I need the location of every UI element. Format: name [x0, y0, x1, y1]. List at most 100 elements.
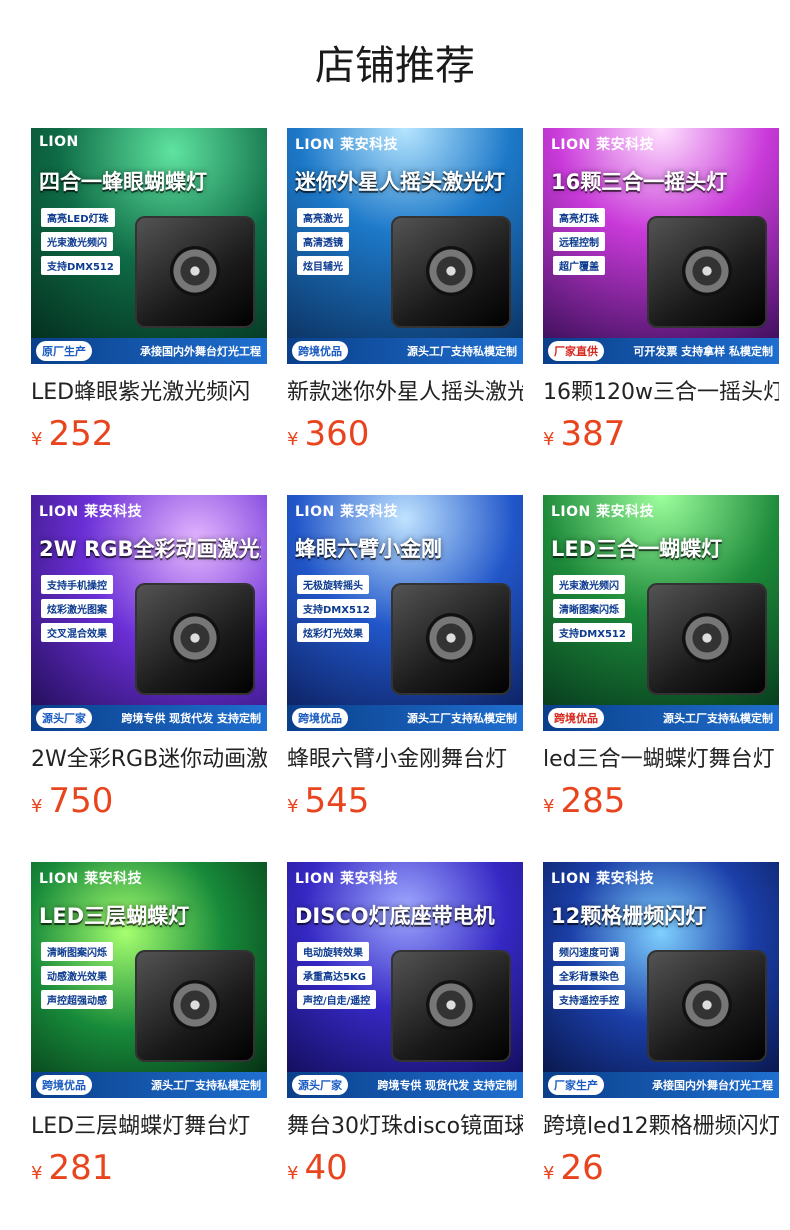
- feature-badge: 支持DMX512: [553, 623, 632, 642]
- brand-logo: LION 莱安科技: [39, 871, 143, 887]
- product-name[interactable]: LED三层蝴蝶灯舞台灯: [31, 1112, 267, 1142]
- feature-badge: 炫彩激光图案: [41, 599, 113, 618]
- product-name[interactable]: 跨境led12颗格栅频闪灯: [543, 1112, 779, 1142]
- feature-badge: 无极旋转摇头: [297, 575, 369, 594]
- currency-symbol: ¥: [543, 1163, 555, 1184]
- product-image[interactable]: LION 莱安科技 LED三层蝴蝶灯 清晰图案闪烁 动感激光效果 声控超强动感 跨境…: [31, 862, 267, 1098]
- image-slogan: 可开发票 支持拿样 私模定制: [633, 345, 773, 358]
- price-value: 26: [560, 1148, 604, 1188]
- image-headline: 2W RGB全彩动画激光灯: [39, 537, 261, 561]
- image-slogan: 跨境专供 现货代发 支持定制: [121, 712, 261, 725]
- product-name[interactable]: led三合一蝴蝶灯舞台灯: [543, 745, 779, 775]
- currency-symbol: ¥: [31, 429, 43, 450]
- product-card[interactable]: LION 莱安科技 迷你外星人摇头激光灯 高亮激光 高清透镜 炫目辅光 跨境优品 源…: [287, 128, 523, 495]
- feature-list: 高亮激光 高清透镜 炫目辅光: [297, 208, 349, 275]
- feature-badge: 支持遥控手控: [553, 990, 625, 1009]
- product-name[interactable]: 蜂眼六臂小金刚舞台灯: [287, 745, 523, 775]
- image-footer-bar: 厂家生产 承接国内外舞台灯光工程: [543, 1072, 779, 1098]
- price-value: 545: [304, 781, 370, 821]
- feature-badge: 高亮灯珠: [553, 208, 605, 227]
- price-value: 281: [48, 1148, 114, 1188]
- image-footer-bar: 源头厂家 跨境专供 现货代发 支持定制: [31, 705, 267, 731]
- feature-list: 无极旋转摇头 支持DMX512 炫彩灯光效果: [297, 575, 376, 642]
- product-name[interactable]: 16颗120w三合一摇头灯: [543, 378, 779, 408]
- brand-logo: LION 莱安科技: [295, 137, 399, 153]
- brand-logo: LION 莱安科技: [39, 504, 143, 520]
- product-card[interactable]: LION 莱安科技 2W RGB全彩动画激光灯 支持手机操控 炫彩激光图案 交叉混合…: [31, 495, 267, 862]
- feature-badge: 支持DMX512: [41, 256, 120, 275]
- origin-tag: 跨境优品: [292, 708, 348, 728]
- product-image[interactable]: LION 莱安科技 12颗格栅频闪灯 频闪速度可调 全彩背景染色 支持遥控手控 厂家…: [543, 862, 779, 1098]
- light-fixture-graphic: [391, 216, 511, 328]
- product-price: ¥26: [543, 1148, 779, 1194]
- image-slogan: 跨境专供 现货代发 支持定制: [377, 1079, 517, 1092]
- origin-tag: 源头厂家: [292, 1075, 348, 1095]
- image-headline: LED三层蝴蝶灯: [39, 904, 190, 928]
- product-card[interactable]: LION 莱安科技 LED三层蝴蝶灯 清晰图案闪烁 动感激光效果 声控超强动感 跨境…: [31, 862, 267, 1229]
- image-footer-bar: 跨境优品 源头工厂支持私模定制: [543, 705, 779, 731]
- origin-tag: 跨境优品: [548, 708, 604, 728]
- currency-symbol: ¥: [543, 429, 555, 450]
- product-image[interactable]: LION 莱安科技 LED三合一蝴蝶灯 光束激光频闪 清晰图案闪烁 支持DMX512…: [543, 495, 779, 731]
- product-image[interactable]: LION 莱安科技 蜂眼六臂小金刚 无极旋转摇头 支持DMX512 炫彩灯光效果 跨…: [287, 495, 523, 731]
- feature-badge: 承重高达5KG: [297, 966, 372, 985]
- origin-tag: 跨境优品: [292, 341, 348, 361]
- feature-badge: 光束激光频闪: [553, 575, 625, 594]
- light-fixture-graphic: [135, 216, 255, 328]
- product-image[interactable]: LION 莱安科技 迷你外星人摇头激光灯 高亮激光 高清透镜 炫目辅光 跨境优品 源…: [287, 128, 523, 364]
- feature-badge: 高亮LED灯珠: [41, 208, 115, 227]
- image-headline: 16颗三合一摇头灯: [551, 170, 728, 194]
- image-headline: DISCO灯底座带电机: [295, 904, 495, 928]
- image-slogan: 源头工厂支持私模定制: [407, 712, 517, 725]
- product-image[interactable]: LION 莱安科技 DISCO灯底座带电机 电动旋转效果 承重高达5KG 声控/自走…: [287, 862, 523, 1098]
- feature-badge: 支持手机操控: [41, 575, 113, 594]
- light-fixture-graphic: [135, 583, 255, 695]
- image-footer-bar: 原厂生产 承接国内外舞台灯光工程: [31, 338, 267, 364]
- currency-symbol: ¥: [31, 1163, 43, 1184]
- product-card[interactable]: LION 莱安科技 LED三合一蝴蝶灯 光束激光频闪 清晰图案闪烁 支持DMX512…: [543, 495, 779, 862]
- product-card[interactable]: LION 四合一蜂眼蝴蝶灯 高亮LED灯珠 光束激光频闪 支持DMX512 原厂生产…: [31, 128, 267, 495]
- light-fixture-graphic: [135, 950, 255, 1062]
- image-slogan: 源头工厂支持私模定制: [407, 345, 517, 358]
- product-card[interactable]: LION 莱安科技 DISCO灯底座带电机 电动旋转效果 承重高达5KG 声控/自走…: [287, 862, 523, 1229]
- origin-tag: 厂家直供: [548, 341, 604, 361]
- currency-symbol: ¥: [287, 796, 299, 817]
- product-grid: LION 四合一蜂眼蝴蝶灯 高亮LED灯珠 光束激光频闪 支持DMX512 原厂生产…: [31, 128, 790, 1229]
- product-card[interactable]: LION 莱安科技 16颗三合一摇头灯 高亮灯珠 远程控制 超广覆盖 厂家直供 可开…: [543, 128, 779, 495]
- currency-symbol: ¥: [543, 796, 555, 817]
- price-value: 40: [304, 1148, 348, 1188]
- feature-badge: 频闪速度可调: [553, 942, 625, 961]
- image-headline: LED三合一蝴蝶灯: [551, 537, 723, 561]
- image-slogan: 承接国内外舞台灯光工程: [652, 1079, 773, 1092]
- origin-tag: 源头厂家: [36, 708, 92, 728]
- origin-tag: 原厂生产: [36, 341, 92, 361]
- product-image[interactable]: LION 莱安科技 2W RGB全彩动画激光灯 支持手机操控 炫彩激光图案 交叉混合…: [31, 495, 267, 731]
- feature-list: 频闪速度可调 全彩背景染色 支持遥控手控: [553, 942, 625, 1009]
- product-name[interactable]: LED蜂眼紫光激光频闪: [31, 378, 267, 408]
- brand-logo: LION 莱安科技: [551, 871, 655, 887]
- price-value: 750: [48, 781, 114, 821]
- feature-badge: 全彩背景染色: [553, 966, 625, 985]
- currency-symbol: ¥: [31, 796, 43, 817]
- brand-logo: LION 莱安科技: [295, 871, 399, 887]
- feature-list: 高亮LED灯珠 光束激光频闪 支持DMX512: [41, 208, 120, 275]
- product-name[interactable]: 2W全彩RGB迷你动画激光灯: [31, 745, 267, 775]
- product-price: ¥545: [287, 781, 523, 827]
- image-headline: 12颗格栅频闪灯: [551, 904, 707, 928]
- product-name[interactable]: 新款迷你外星人摇头激光灯: [287, 378, 523, 408]
- product-image[interactable]: LION 四合一蜂眼蝴蝶灯 高亮LED灯珠 光束激光频闪 支持DMX512 原厂生产…: [31, 128, 267, 364]
- feature-badge: 高亮激光: [297, 208, 349, 227]
- product-card[interactable]: LION 莱安科技 蜂眼六臂小金刚 无极旋转摇头 支持DMX512 炫彩灯光效果 跨…: [287, 495, 523, 862]
- product-card[interactable]: LION 莱安科技 12颗格栅频闪灯 频闪速度可调 全彩背景染色 支持遥控手控 厂家…: [543, 862, 779, 1229]
- currency-symbol: ¥: [287, 429, 299, 450]
- image-slogan: 承接国内外舞台灯光工程: [140, 345, 261, 358]
- product-image[interactable]: LION 莱安科技 16颗三合一摇头灯 高亮灯珠 远程控制 超广覆盖 厂家直供 可开…: [543, 128, 779, 364]
- brand-logo: LION: [39, 134, 79, 150]
- feature-list: 支持手机操控 炫彩激光图案 交叉混合效果: [41, 575, 113, 642]
- feature-badge: 炫目辅光: [297, 256, 349, 275]
- feature-list: 清晰图案闪烁 动感激光效果 声控超强动感: [41, 942, 113, 1009]
- brand-logo: LION 莱安科技: [551, 504, 655, 520]
- product-price: ¥360: [287, 414, 523, 460]
- product-name[interactable]: 舞台30灯珠disco镜面球: [287, 1112, 523, 1142]
- feature-list: 高亮灯珠 远程控制 超广覆盖: [553, 208, 605, 275]
